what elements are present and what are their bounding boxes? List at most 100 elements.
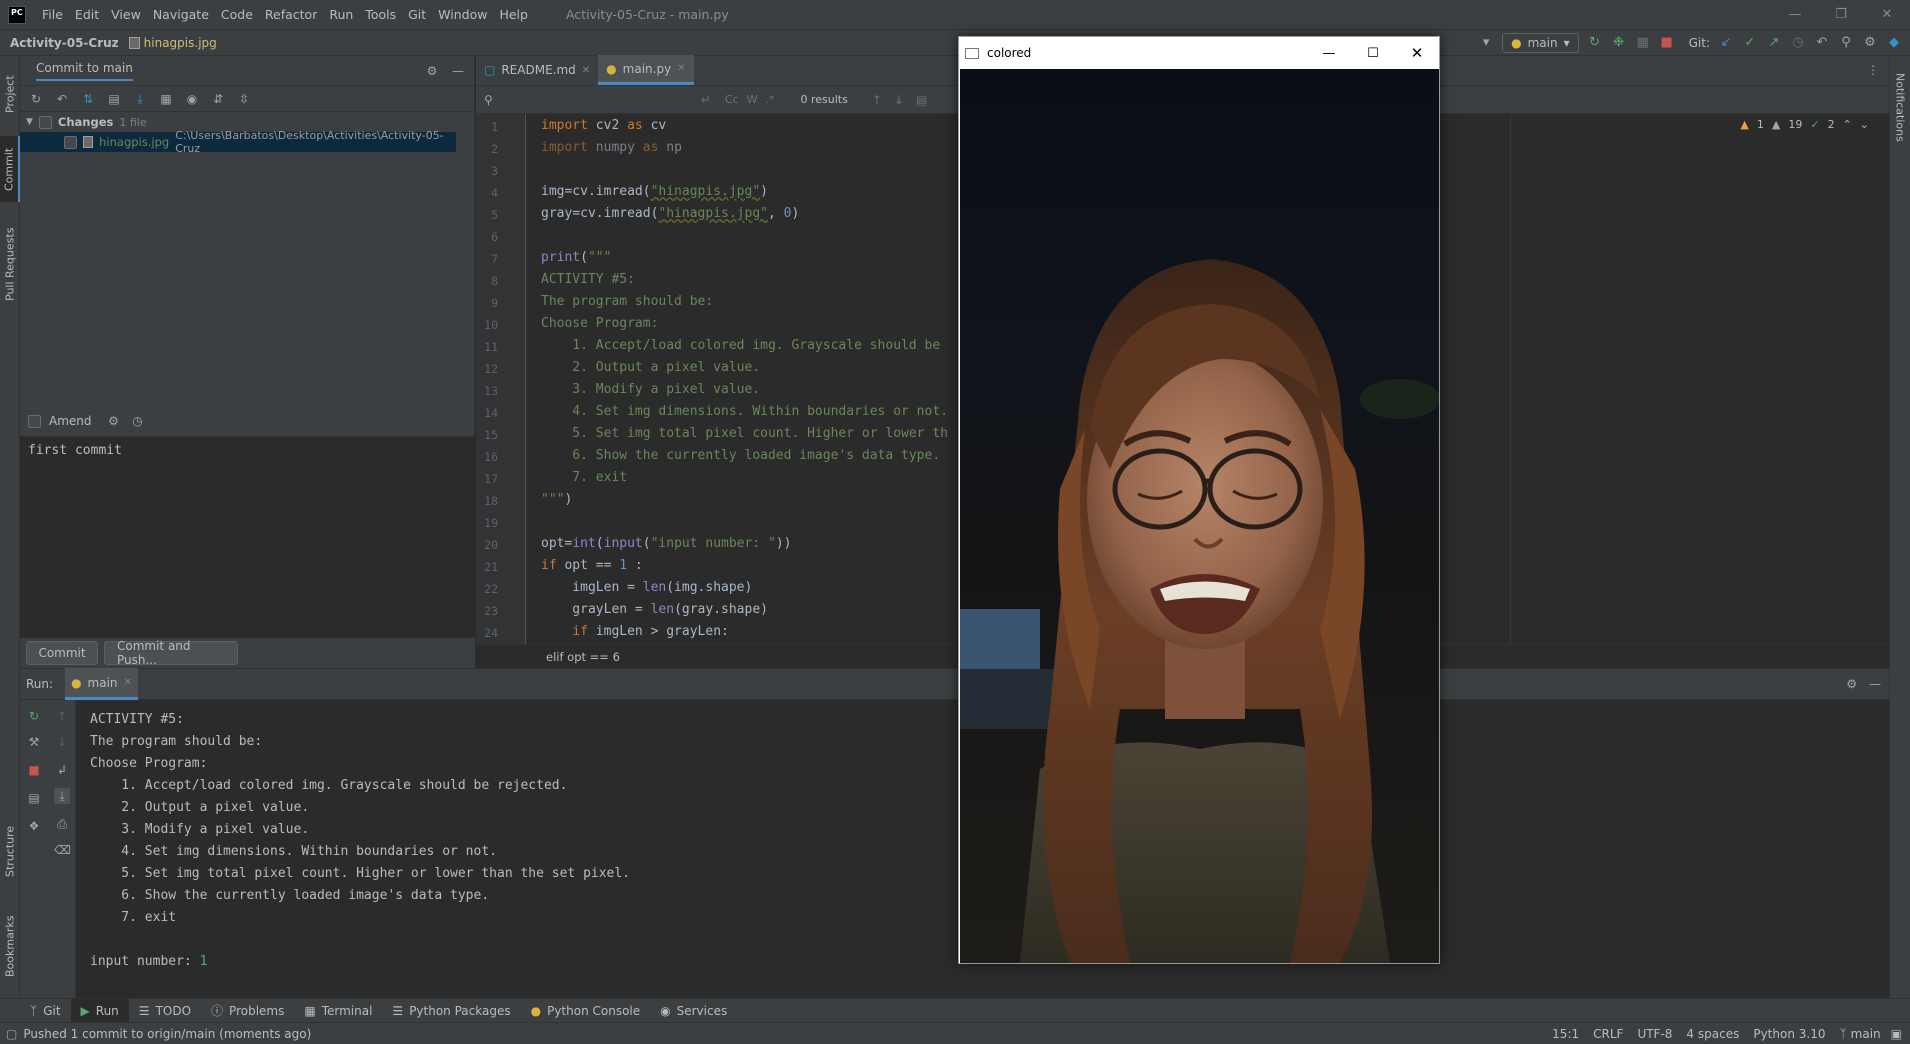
breadcrumb-file[interactable]: hinagpis.jpg [128, 36, 217, 50]
scroll-to-end-icon[interactable]: ⤓ [54, 788, 70, 804]
git-commit-icon[interactable]: ✓ [1742, 35, 1758, 51]
menu-help[interactable]: Help [493, 0, 534, 30]
chevron-up-icon[interactable]: ⌃ [1843, 118, 1852, 131]
more-tabs-icon[interactable]: ⋮ [1857, 63, 1889, 85]
gear-icon[interactable]: ⚙ [1862, 35, 1878, 51]
menu-window[interactable]: Window [432, 0, 493, 30]
tool-python-packages[interactable]: ☰ Python Packages [382, 999, 520, 1023]
tool-tab-pull-requests[interactable]: Pull Requests [0, 214, 20, 314]
tool-tab-notifications[interactable]: Notifications [1890, 62, 1910, 152]
layout-icon[interactable]: ▢ [0, 1027, 23, 1041]
gear-icon[interactable]: ⚙ [424, 63, 440, 79]
shelve-icon[interactable]: ⤓ [132, 91, 148, 107]
menu-file[interactable]: File [36, 0, 69, 30]
amend-label[interactable]: Amend [49, 414, 92, 428]
clock-icon[interactable]: ◷ [130, 413, 146, 429]
menu-code[interactable]: Code [215, 0, 259, 30]
gear-icon[interactable]: ⚙ [106, 413, 122, 429]
menu-navigate[interactable]: Navigate [147, 0, 215, 30]
menu-edit[interactable]: Edit [69, 0, 105, 30]
minimize-icon[interactable]: — [1307, 46, 1351, 61]
restore-icon[interactable]: ❐ [1818, 0, 1864, 30]
tool-tab-bookmarks[interactable]: Bookmarks [0, 906, 20, 986]
menu-refactor[interactable]: Refactor [259, 0, 323, 30]
print-icon[interactable]: ⎙ [54, 816, 70, 832]
console-input-value[interactable]: 1 [200, 954, 208, 969]
inspections-widget[interactable]: ▲ 1 ▲ 19 ✓ 2 ⌃ ⌄ [1740, 118, 1869, 131]
status-indent[interactable]: 4 spaces [1686, 1027, 1739, 1041]
status-interpreter[interactable]: Python 3.10 [1753, 1027, 1825, 1041]
close-icon[interactable]: ✕ [1864, 0, 1910, 30]
file-checkbox[interactable] [64, 135, 77, 149]
rollback-icon[interactable]: ↶ [54, 91, 70, 107]
newline-icon[interactable]: ↵ [701, 93, 711, 107]
tool-services[interactable]: ◉ Services [650, 999, 737, 1023]
search-icon[interactable]: ⚲ [1838, 35, 1854, 51]
find-input[interactable] [500, 92, 701, 107]
hide-panel-icon[interactable]: — [450, 63, 466, 79]
git-update-icon[interactable]: ↙ [1718, 35, 1734, 51]
run-config-selector[interactable]: ● main ▾ [1502, 33, 1579, 53]
regex-toggle[interactable]: .* [765, 93, 774, 106]
lock-icon[interactable]: ▣ [1891, 1027, 1902, 1041]
tool-problems[interactable]: ⓘ Problems [201, 999, 294, 1023]
group-by-icon[interactable]: ▦ [158, 91, 174, 107]
close-icon[interactable]: ✕ [582, 65, 590, 76]
stop-icon[interactable]: ■ [26, 762, 42, 778]
stop-icon[interactable]: ■ [1659, 35, 1675, 51]
breadcrumb-project[interactable]: Activity-05-Cruz [0, 36, 119, 50]
previous-occurrence-icon[interactable]: ↑ [872, 93, 882, 107]
arrow-up-icon[interactable]: ↑ [54, 708, 70, 724]
status-caret-position[interactable]: 15:1 [1552, 1027, 1579, 1041]
status-encoding[interactable]: UTF-8 [1637, 1027, 1672, 1041]
status-line-separator[interactable]: CRLF [1593, 1027, 1623, 1041]
layout-icon[interactable]: ▤ [26, 790, 42, 806]
git-push-icon[interactable]: ↗ [1766, 35, 1782, 51]
next-occurrence-icon[interactable]: ↓ [894, 93, 904, 107]
tool-tab-structure[interactable]: Structure [0, 816, 20, 886]
tool-terminal[interactable]: ▦ Terminal [294, 999, 382, 1023]
status-message[interactable]: Pushed 1 commit to origin/main (moments … [23, 1027, 311, 1041]
trash-icon[interactable]: ⌫ [54, 842, 71, 858]
rerun-icon[interactable]: ↻ [1587, 35, 1603, 51]
minimize-icon[interactable]: — [1772, 0, 1818, 30]
changed-file-row[interactable]: hinagpis.jpg C:\Users\Barbatos\Desktop\A… [20, 129, 456, 155]
menu-git[interactable]: Git [402, 0, 432, 30]
menu-run[interactable]: Run [323, 0, 359, 30]
image-window[interactable]: colored — ☐ ✕ [958, 36, 1440, 964]
commit-message-input[interactable]: first commit [20, 436, 475, 638]
amend-checkbox[interactable] [28, 414, 41, 428]
gear-icon[interactable]: ⚙ [1846, 677, 1857, 691]
hide-panel-icon[interactable]: — [1869, 677, 1881, 691]
tool-tab-project[interactable]: Project [0, 64, 20, 124]
pin-icon[interactable]: ❖ [26, 818, 42, 834]
menu-tools[interactable]: Tools [359, 0, 402, 30]
menu-view[interactable]: View [105, 0, 147, 30]
console-input-line[interactable]: input number: 1 [90, 954, 207, 969]
wrench-icon[interactable]: ⚒ [26, 734, 42, 750]
git-rollback-icon[interactable]: ↶ [1814, 35, 1830, 51]
coverage-icon[interactable]: ▦ [1635, 35, 1651, 51]
arrow-down-icon[interactable]: ↓ [54, 734, 70, 750]
soft-wrap-icon[interactable]: ↲ [54, 762, 70, 778]
commit-button[interactable]: Commit [26, 641, 98, 665]
dropdown-arrow-icon[interactable]: ▾ [1478, 35, 1494, 51]
collapse-all-icon[interactable]: ⇳ [236, 91, 252, 107]
run-tab-main[interactable]: ● main ✕ [65, 668, 138, 700]
commit-and-push-button[interactable]: Commit and Push... [104, 639, 238, 667]
changes-checkbox[interactable] [38, 115, 52, 129]
tool-run[interactable]: ▶ Run [70, 998, 129, 1023]
chevron-down-icon[interactable]: ▼ [26, 117, 33, 127]
git-history-icon[interactable]: ◷ [1790, 35, 1806, 51]
chevron-down-icon[interactable]: ⌄ [1860, 118, 1869, 131]
diff-icon[interactable]: ⇅ [80, 91, 96, 107]
eye-icon[interactable]: ◉ [184, 91, 200, 107]
tool-git[interactable]: ᛉ Git [20, 999, 71, 1023]
rerun-icon[interactable]: ↻ [26, 708, 42, 724]
plugin-icon[interactable]: ◆ [1886, 35, 1902, 51]
tool-python-console[interactable]: ● Python Console [521, 999, 651, 1023]
close-icon[interactable]: ✕ [677, 63, 685, 74]
debug-icon[interactable]: ❉ [1611, 35, 1627, 51]
tab-main-py[interactable]: ● main.py ✕ [598, 55, 694, 85]
status-branch[interactable]: main [1851, 1027, 1881, 1041]
